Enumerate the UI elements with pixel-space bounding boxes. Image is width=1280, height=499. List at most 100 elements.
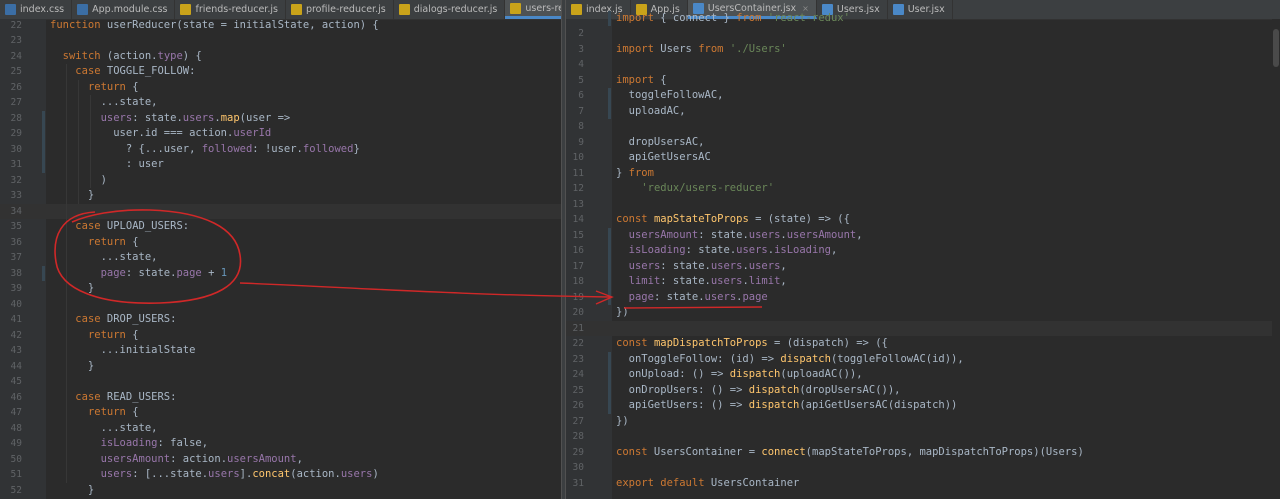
code-text: users: state.users.users, xyxy=(628,259,787,272)
code-line[interactable]: import { connect } from 'react-redux' xyxy=(566,11,1280,27)
code-line[interactable]: 23 xyxy=(0,33,561,49)
code-text: isLoading: false, xyxy=(100,437,209,449)
code-line[interactable]: 31 : user xyxy=(0,157,561,173)
code-line[interactable]: 17 users: state.users.users, xyxy=(566,259,1280,275)
code-line[interactable]: 4 xyxy=(566,57,1280,73)
code-text: } xyxy=(50,359,95,372)
code-line[interactable]: 18 limit: state.users.limit, xyxy=(566,274,1280,290)
code-line[interactable]: 8 xyxy=(566,119,1280,135)
code-line[interactable]: 27}) xyxy=(566,414,1280,430)
code-line[interactable]: 24 onUpload: () => dispatch(uploadAC()), xyxy=(566,367,1280,383)
tab-index-css[interactable]: index.css xyxy=(0,0,73,19)
code-line[interactable]: 26 apiGetUsers: () => dispatch(apiGetUse… xyxy=(566,398,1280,414)
code-line[interactable]: 29 const UsersContainer = connect(mapStat… xyxy=(566,445,1280,461)
code-line[interactable]: 33 } xyxy=(0,188,561,204)
code-line[interactable]: 13 xyxy=(566,197,1280,213)
code-line[interactable]: 5 import { xyxy=(566,73,1280,89)
line-number: 26 xyxy=(10,81,22,93)
code-line[interactable]: 52 } xyxy=(0,483,561,499)
code-line[interactable]: 37 ...state, xyxy=(0,250,561,266)
line-number: 3 xyxy=(578,43,584,55)
indent-guide xyxy=(90,95,91,188)
code-line[interactable]: 22 function userReducer(state = initialSt… xyxy=(0,18,561,34)
code-line[interactable]: 12 'redux/users-reducer' xyxy=(566,181,1280,197)
line-number: 51 xyxy=(10,469,22,480)
code-line[interactable]: 30 xyxy=(566,460,1280,476)
code-line[interactable]: 3 import Users from './Users' xyxy=(566,42,1280,58)
left-editor-pane[interactable]: index.css App.module.css friends-reducer.j… xyxy=(0,0,561,499)
tab-dialogs-reducer-js[interactable]: dialogs-reducer.js xyxy=(394,0,506,19)
code-line[interactable]: 38 page: state.page + 1 xyxy=(0,266,561,282)
code-line[interactable]: 21 xyxy=(566,320,1280,336)
right-editor-pane[interactable]: index.js App.js UsersContainer.jsx × Users.j… xyxy=(566,0,1280,499)
code-line[interactable]: 19 page: state.users.page xyxy=(566,290,1280,306)
code-line[interactable]: 22 const mapDispatchToProps = (dispatch) … xyxy=(566,336,1280,352)
code-line[interactable]: 7 uploadAC, xyxy=(566,104,1280,120)
code-line[interactable]: 44 } xyxy=(0,359,561,375)
line-number: 38 xyxy=(10,267,22,279)
code-line[interactable]: 34 xyxy=(0,203,561,219)
tab-label: users-reducer.js xyxy=(525,2,561,14)
code-line[interactable]: 15 usersAmount: state.users.usersAmount, xyxy=(566,228,1280,244)
code-line[interactable]: 20}) xyxy=(566,305,1280,321)
code-text: 'redux/users-reducer' xyxy=(641,182,775,194)
code-text: ? {...user, followed: !user.followed} xyxy=(50,142,360,155)
code-line[interactable]: 16 isLoading: state.users.isLoading, xyxy=(566,243,1280,259)
code-line[interactable]: 49 isLoading: false, xyxy=(0,436,561,452)
code-text: isLoading: state.users.isLoading, xyxy=(628,244,838,256)
code-line[interactable]: 10 apiGetUsersAC xyxy=(566,150,1280,166)
code-line[interactable]: 43 ...initialState xyxy=(0,343,561,359)
code-line[interactable]: 40 xyxy=(0,297,561,313)
code-line[interactable]: 39 } xyxy=(0,281,561,297)
code-line[interactable]: 50 usersAmount: action.usersAmount, xyxy=(0,452,561,468)
code-line[interactable]: 6 toggleFollowAC, xyxy=(566,88,1280,104)
code-line[interactable]: 2 xyxy=(566,26,1280,42)
right-scrollbar-thumb[interactable] xyxy=(1273,29,1279,67)
line-number: 21 xyxy=(572,322,584,334)
code-line[interactable]: 25 onDropUsers: () => dispatch(dropUsers… xyxy=(566,383,1280,399)
code-line[interactable]: 41 case DROP_USERS: xyxy=(0,312,561,328)
right-code-editor[interactable]: import { connect } from 'react-redux' 2 3 i… xyxy=(566,10,1280,499)
line-number: 20 xyxy=(572,307,584,318)
code-text: limit: state.users.limit, xyxy=(628,275,787,287)
code-line[interactable]: 47 return { xyxy=(0,405,561,421)
code-line[interactable]: 32 ) xyxy=(0,173,561,189)
line-number: 15 xyxy=(572,229,584,241)
line-number: 42 xyxy=(10,329,22,341)
code-line[interactable]: 36 return { xyxy=(0,235,561,251)
tab-app-module-css[interactable]: App.module.css xyxy=(72,0,176,19)
right-scrollbar[interactable] xyxy=(1272,19,1280,499)
tab-friends-reducer-js[interactable]: friends-reducer.js xyxy=(175,0,286,19)
line-number: 23 xyxy=(10,35,22,46)
code-text: } xyxy=(50,282,95,294)
code-line[interactable]: 48 ...state, xyxy=(0,421,561,437)
code-line[interactable]: 46 case READ_USERS: xyxy=(0,390,561,406)
code-line[interactable]: 9 dropUsersAC, xyxy=(566,135,1280,151)
tab-profile-reducer-js[interactable]: profile-reducer.js xyxy=(286,0,394,19)
line-number: 8 xyxy=(578,121,584,132)
code-line[interactable]: 27 ...state, xyxy=(0,95,561,111)
code-line[interactable]: 51 users: [...state.users].concat(action… xyxy=(0,467,561,483)
code-line[interactable]: 28 users: state.users.map(user => xyxy=(0,111,561,127)
code-line[interactable]: 42 return { xyxy=(0,328,561,344)
code-line[interactable]: 45 xyxy=(0,374,561,390)
code-line[interactable]: 14 const mapStateToProps = (state) => ({ xyxy=(566,212,1280,228)
code-line[interactable]: 25 case TOGGLE_FOLLOW: xyxy=(0,64,561,80)
code-line[interactable]: 35 case UPLOAD_USERS: xyxy=(0,219,561,235)
code-line[interactable]: 26 return { xyxy=(0,80,561,96)
code-line[interactable]: 11} from xyxy=(566,166,1280,182)
code-line[interactable]: 29 user.id === action.userId xyxy=(0,126,561,142)
line-number: 41 xyxy=(10,314,22,325)
tab-users-reducer-js[interactable]: users-reducer.js× xyxy=(505,0,561,19)
code-text: }) xyxy=(616,414,629,427)
left-code-editor[interactable]: 22 function userReducer(state = initialSt… xyxy=(0,19,561,499)
code-line[interactable]: 30 ? {...user, followed: !user.followed} xyxy=(0,142,561,158)
code-line[interactable]: 28 xyxy=(566,429,1280,445)
line-number: 30 xyxy=(572,462,584,473)
code-line[interactable]: 24 switch (action.type) { xyxy=(0,49,561,65)
code-line[interactable]: 23 onToggleFollow: (id) => dispatch(togg… xyxy=(566,352,1280,368)
code-text: dropUsersAC, xyxy=(616,135,705,148)
line-number: 34 xyxy=(10,205,22,217)
line-number: 2 xyxy=(578,28,584,39)
code-line[interactable]: 31 export default UsersContainer xyxy=(566,476,1280,492)
